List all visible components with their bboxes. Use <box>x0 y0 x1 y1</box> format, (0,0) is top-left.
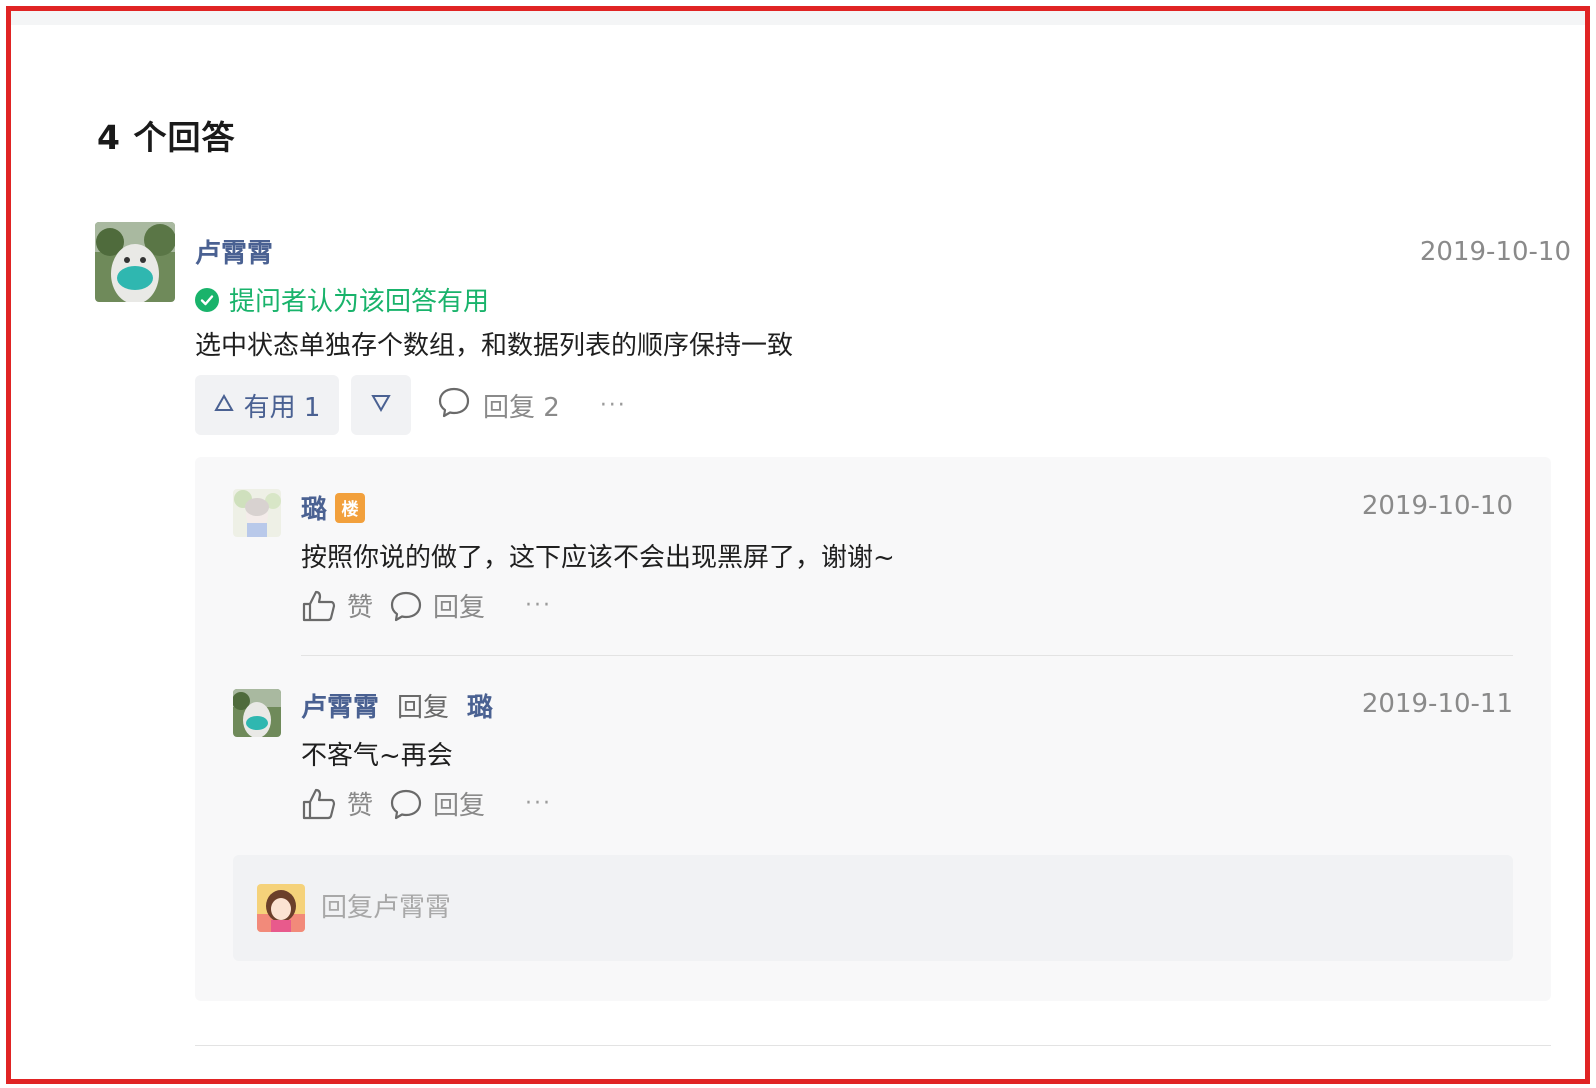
answers-count-title: 4 个回答 <box>97 118 236 157</box>
floor-owner-badge: 楼 <box>335 492 366 523</box>
comments-panel: 璐 楼 2019-10-10 按照你说的做了，这下应该不会出现黑屏了，谢谢~ 赞… <box>195 457 1551 1001</box>
accepted-text: 提问者认为该回答有用 <box>229 287 490 317</box>
reply-to-name[interactable]: 璐 <box>467 687 493 724</box>
answer-body: 选中状态单独存个数组，和数据列表的顺序保持一致 <box>195 331 794 361</box>
comment-avatar[interactable] <box>233 489 281 537</box>
comment-more-button[interactable]: ··· <box>525 791 552 816</box>
comment-avatar[interactable] <box>233 689 281 737</box>
comment-more-button[interactable]: ··· <box>525 593 552 618</box>
reply-to-word: 回复 <box>397 693 450 723</box>
check-circle-icon <box>195 287 219 312</box>
current-user-avatar <box>257 884 305 932</box>
comment-author: 璐 楼 <box>301 489 366 526</box>
comment-date: 2019-10-11 <box>1361 689 1513 719</box>
top-strip <box>11 11 1585 25</box>
comment-author-name[interactable]: 卢霄霄 <box>301 687 379 724</box>
answer-author-avatar[interactable] <box>95 222 175 302</box>
reply-box[interactable] <box>233 855 1513 961</box>
comment-bubble-icon <box>437 386 471 425</box>
comment-text: 不客气~再会 <box>301 741 453 771</box>
comment-text: 按照你说的做了，这下应该不会出现黑屏了，谢谢~ <box>301 543 895 573</box>
answer-more-button[interactable]: ··· <box>600 393 627 418</box>
comment-author: 卢霄霄 回复 璐 <box>301 687 493 724</box>
triangle-up-icon <box>213 393 234 417</box>
page-frame: 4 个回答 卢霄霄 2019-10-10 提问者认为该回答有用 选中状态单独存个… <box>6 6 1590 1084</box>
comment-bubble-icon[interactable] <box>389 788 423 820</box>
comment-reply-label[interactable]: 回复 <box>433 785 485 822</box>
like-label[interactable]: 赞 <box>347 785 373 822</box>
accepted-badge: 提问者认为该回答有用 <box>195 281 489 318</box>
triangle-down-icon <box>371 393 391 418</box>
answer-actions: 有用 1 回复 2 ··· <box>195 375 627 435</box>
answer-bottom-divider <box>195 1045 1551 1046</box>
comment-divider <box>301 655 1513 656</box>
thumbs-up-icon[interactable] <box>301 787 337 821</box>
downvote-button[interactable] <box>351 375 411 435</box>
comment-actions: 赞 回复 ··· <box>301 785 552 822</box>
comment-actions: 赞 回复 ··· <box>301 587 552 624</box>
thumbs-up-icon[interactable] <box>301 589 337 623</box>
answer-reply-label: 回复 2 <box>483 392 560 423</box>
comment-date: 2019-10-10 <box>1361 491 1513 521</box>
upvote-label: 有用 1 <box>243 392 321 423</box>
answer-author-name[interactable]: 卢霄霄 <box>195 233 273 270</box>
like-label[interactable]: 赞 <box>347 587 373 624</box>
comment-reply-label[interactable]: 回复 <box>433 587 485 624</box>
answer-reply-button[interactable]: 回复 2 <box>437 386 560 425</box>
upvote-button[interactable]: 有用 1 <box>195 375 339 435</box>
reply-input[interactable] <box>321 893 1221 923</box>
comment-author-name[interactable]: 璐 <box>301 489 327 526</box>
answer-date: 2019-10-10 <box>1419 237 1571 267</box>
comment-bubble-icon[interactable] <box>389 590 423 622</box>
